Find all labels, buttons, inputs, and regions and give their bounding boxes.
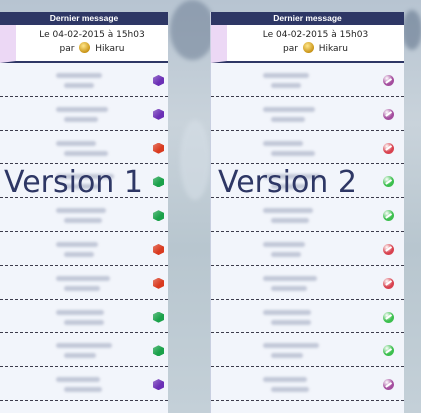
redacted-topic-title [263, 73, 309, 78]
red-ball-icon [383, 142, 394, 154]
redacted-topic-author [64, 387, 102, 393]
redacted-topic-author [64, 353, 96, 359]
redacted-topic-title [56, 140, 96, 146]
redacted-topic-title [263, 275, 317, 281]
topic-row[interactable] [0, 232, 168, 266]
redacted-topic-author [271, 285, 307, 291]
redacted-topic-author [64, 150, 108, 156]
panel-header: Dernier message [0, 12, 168, 25]
redacted-topic-author [64, 116, 98, 122]
version-1-label: Version 1 [4, 165, 143, 200]
author-link[interactable]: Hikaru [319, 44, 348, 54]
red-gem-icon [153, 277, 164, 289]
purple-gem-icon [153, 379, 164, 391]
redacted-topic-title [263, 343, 319, 349]
topic-row[interactable] [211, 232, 404, 266]
redacted-topic-title [263, 140, 303, 146]
redacted-topic-author [271, 319, 311, 325]
redacted-topic-author [64, 285, 100, 291]
redacted-topic-author [271, 387, 309, 393]
topic-list [211, 63, 404, 401]
red-ball-icon [383, 277, 394, 289]
green-gem-icon [153, 210, 164, 222]
topic-row[interactable] [211, 266, 404, 300]
red-ball-icon [383, 243, 394, 255]
topic-row[interactable] [211, 131, 404, 165]
background-decoration [180, 120, 210, 200]
topic-row[interactable] [0, 266, 168, 300]
topic-row[interactable] [0, 198, 168, 232]
green-gem-icon [153, 311, 164, 323]
background-decoration [402, 10, 421, 50]
redacted-topic-title [56, 377, 100, 383]
last-message-panel-version-1: Dernier message Le 04-02-2015 à 15h03 pa… [0, 12, 168, 413]
topic-row[interactable] [211, 97, 404, 131]
purple-ball-icon [383, 379, 394, 391]
green-ball-icon [383, 345, 394, 357]
redacted-topic-title [56, 241, 98, 247]
topic-row[interactable] [211, 333, 404, 368]
topic-row[interactable] [211, 63, 404, 97]
last-message-info: Le 04-02-2015 à 15h03 par Hikaru [211, 25, 404, 63]
redacted-topic-author [271, 83, 301, 88]
topic-row[interactable] [211, 367, 404, 401]
redacted-topic-title [56, 73, 102, 78]
redacted-topic-title [56, 309, 104, 315]
redacted-topic-author [271, 353, 303, 359]
topic-row[interactable] [0, 367, 168, 401]
green-gem-icon [153, 345, 164, 357]
red-gem-icon [153, 243, 164, 255]
redacted-topic-title [56, 106, 108, 112]
user-rank-icon [302, 42, 314, 53]
redacted-topic-title [56, 343, 112, 349]
topic-row[interactable] [211, 198, 404, 232]
green-ball-icon [383, 210, 394, 222]
green-gem-icon [153, 176, 164, 188]
author-link[interactable]: Hikaru [95, 44, 124, 54]
purple-ball-icon [383, 75, 394, 86]
redacted-topic-author [64, 319, 104, 325]
red-gem-icon [153, 142, 164, 154]
green-ball-icon [383, 176, 394, 188]
topic-row[interactable] [211, 300, 404, 334]
topic-row[interactable] [0, 63, 168, 97]
redacted-topic-author [271, 218, 309, 224]
version-2-label: Version 2 [218, 165, 357, 200]
redacted-topic-title [56, 208, 106, 214]
topic-row[interactable] [0, 333, 168, 368]
panel-header: Dernier message [211, 12, 404, 25]
redacted-topic-author [64, 83, 94, 88]
last-message-panel-version-2: Dernier message Le 04-02-2015 à 15h03 pa… [210, 12, 404, 413]
last-message-info: Le 04-02-2015 à 15h03 par Hikaru [0, 25, 168, 63]
topic-row[interactable] [0, 300, 168, 334]
by-label: par [59, 44, 75, 54]
redacted-topic-author [271, 251, 301, 257]
purple-gem-icon [153, 75, 164, 86]
purple-ball-icon [383, 108, 394, 120]
redacted-topic-title [56, 275, 110, 281]
user-rank-icon [79, 42, 91, 53]
redacted-topic-author [64, 218, 102, 224]
topic-row[interactable] [0, 97, 168, 131]
redacted-topic-title [263, 241, 305, 247]
redacted-topic-title [263, 208, 313, 214]
purple-gem-icon [153, 108, 164, 120]
green-ball-icon [383, 311, 394, 323]
by-label: par [283, 44, 298, 54]
redacted-topic-author [271, 116, 305, 122]
redacted-topic-author [271, 150, 315, 156]
redacted-topic-author [64, 251, 94, 257]
redacted-topic-title [263, 377, 307, 383]
background-decoration [170, 0, 215, 60]
redacted-topic-title [263, 106, 315, 112]
topic-row[interactable] [0, 131, 168, 165]
last-message-date: Le 04-02-2015 à 15h03 [39, 30, 145, 40]
last-message-date: Le 04-02-2015 à 15h03 [262, 30, 369, 40]
redacted-topic-title [263, 309, 311, 315]
topic-list [0, 63, 168, 401]
